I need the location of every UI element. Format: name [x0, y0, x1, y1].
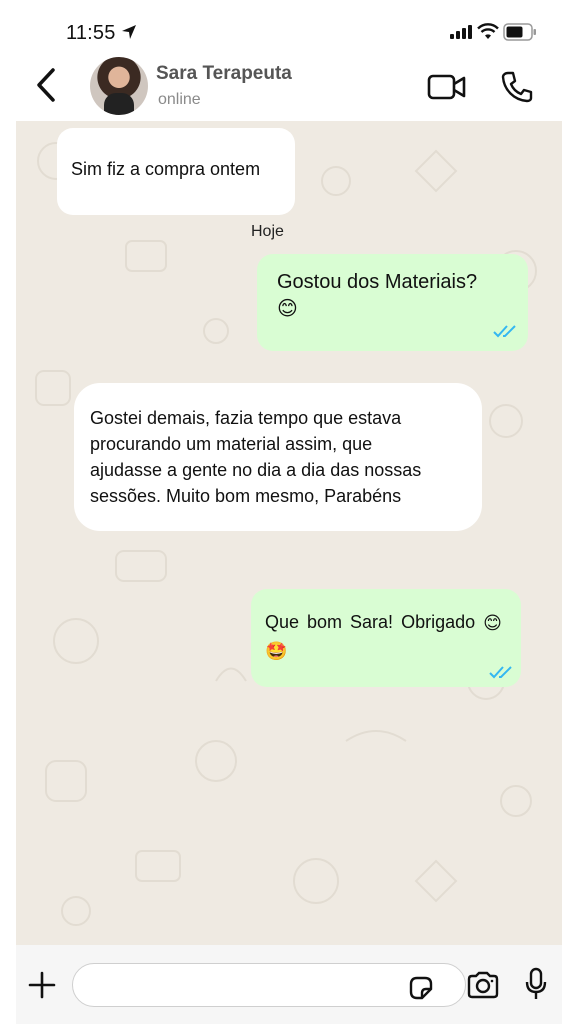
status-time: 11:55 — [66, 22, 116, 44]
location-arrow-icon — [122, 25, 136, 39]
message-text: Gostou dos Materiais? — [277, 271, 478, 293]
contact-presence: online — [158, 91, 201, 108]
sticker-icon[interactable] — [407, 974, 435, 1002]
message-bubble-outgoing[interactable]: Gostou dos Materiais? 😊 — [257, 254, 528, 351]
date-separator: Hoje — [251, 223, 284, 240]
message-text: Sim fiz a compra ontem — [71, 159, 261, 179]
message-text: Que bom Sara! Obrigado — [265, 612, 476, 632]
message-bubble-incoming[interactable]: Sim fiz a compra ontem — [57, 128, 295, 215]
star-struck-emoji: 🤩 — [265, 640, 288, 661]
read-ticks-icon — [493, 325, 516, 338]
read-ticks-icon — [489, 666, 512, 679]
chat-wallpaper — [35, 140, 537, 926]
message-line: Gostei demais, fazia tempo que estava — [90, 408, 402, 428]
signal-icon — [450, 25, 472, 39]
message-input[interactable] — [87, 964, 411, 1006]
message-bubble-outgoing[interactable]: Que bom Sara! Obrigado 😊 🤩 — [251, 589, 521, 687]
message-line: ajudasse a gente no dia a dia das nossas — [90, 460, 422, 480]
phone-call-icon[interactable] — [500, 70, 534, 104]
message-line: procurando um material assim, que — [90, 434, 373, 454]
chat-header: Sara Terapeuta online — [0, 55, 576, 121]
plus-icon[interactable] — [28, 971, 56, 999]
message-line: sessões. Muito bom mesmo, Parabéns — [90, 486, 402, 506]
smiling-emoji: 😊 — [483, 613, 502, 634]
contact-name[interactable]: Sara Terapeuta — [156, 63, 292, 85]
microphone-icon[interactable] — [524, 967, 548, 1001]
message-bubble-incoming[interactable]: Gostei demais, fazia tempo que estava pr… — [74, 383, 482, 531]
avatar[interactable] — [90, 57, 148, 115]
camera-icon[interactable] — [466, 971, 500, 999]
composer-bar — [16, 945, 562, 1024]
wifi-icon — [477, 23, 499, 39]
smiling-emoji: 😊 — [277, 297, 298, 320]
status-bar: 11:55 — [0, 0, 576, 60]
back-chevron-icon[interactable] — [34, 67, 58, 103]
video-call-icon[interactable] — [427, 73, 467, 101]
chat-area[interactable]: Sim fiz a compra ontem Hoje Gostou dos M… — [16, 121, 562, 945]
battery-icon — [503, 23, 536, 41]
